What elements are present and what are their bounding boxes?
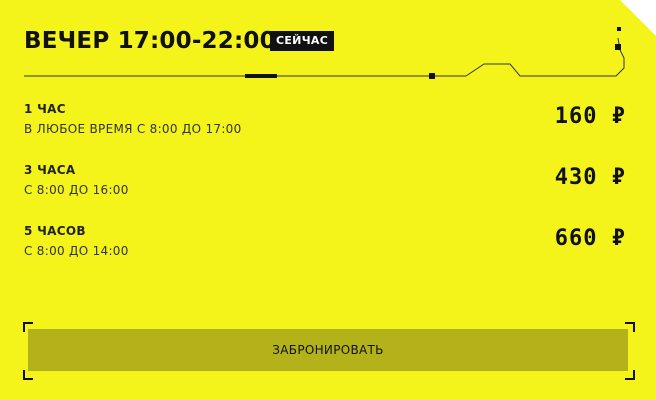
- plan-time: С 8:00 ДО 14:00: [24, 244, 129, 258]
- tariff-card: ВЕЧЕР 17:00-22:00 СЕЙЧАС 1 ЧАС В ЛЮБОЕ В…: [0, 0, 656, 400]
- plan-price: 430 ₽: [554, 165, 626, 190]
- plan-price: 160 ₽: [554, 104, 626, 129]
- plan-time: В ЛЮБОЕ ВРЕМЯ С 8:00 ДО 17:00: [24, 122, 242, 136]
- button-frame-corner: [23, 370, 33, 380]
- plan-time: С 8:00 ДО 16:00: [24, 183, 129, 197]
- plan-name: 5 ЧАСОВ: [24, 224, 86, 238]
- plan-name: 3 ЧАСА: [24, 163, 76, 177]
- book-button[interactable]: ЗАБРОНИРОВАТЬ: [28, 329, 628, 371]
- button-frame-corner: [625, 370, 635, 380]
- plan-name: 1 ЧАС: [24, 102, 66, 116]
- plan-price: 660 ₽: [554, 226, 626, 251]
- plan-row-1[interactable]: 1 ЧАС В ЛЮБОЕ ВРЕМЯ С 8:00 ДО 17:00 160 …: [24, 102, 626, 146]
- plan-row-3[interactable]: 5 ЧАСОВ С 8:00 ДО 14:00 660 ₽: [24, 224, 626, 268]
- plan-row-2[interactable]: 3 ЧАСА С 8:00 ДО 16:00 430 ₽: [24, 163, 626, 207]
